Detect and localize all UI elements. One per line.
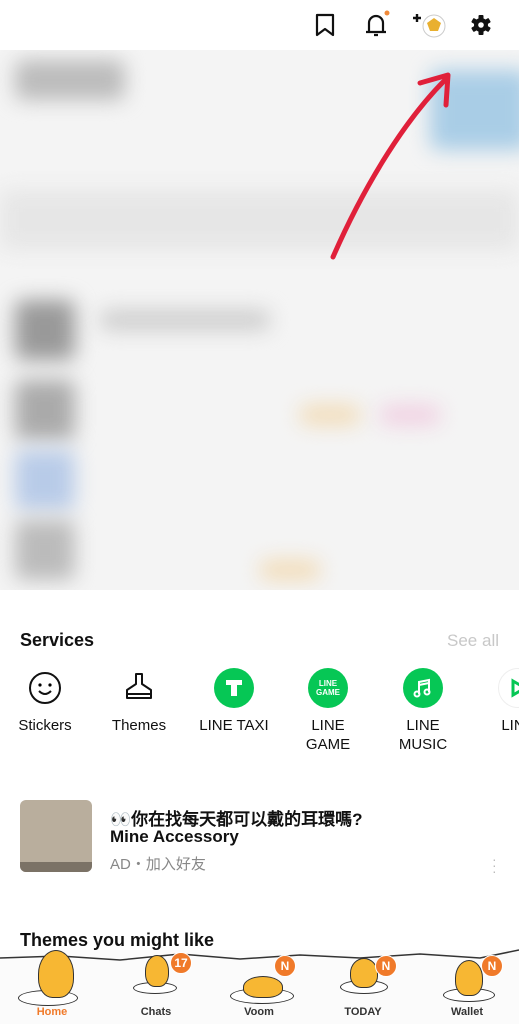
service-line-more[interactable]: LINE — [473, 668, 519, 735]
service-label: Themes — [111, 717, 167, 734]
music-icon — [403, 668, 443, 708]
service-label: LINE GAME — [305, 717, 351, 753]
service-line-music[interactable]: LINE MUSIC — [378, 668, 468, 754]
bookmark-icon[interactable] — [310, 10, 340, 40]
wallet-badge: N — [481, 955, 503, 977]
taxi-icon — [214, 668, 254, 708]
play-icon — [498, 668, 519, 708]
smiley-icon — [29, 672, 61, 704]
ad-meta: AD・加入好友 — [110, 856, 206, 873]
bell-icon[interactable] — [361, 10, 391, 40]
tab-label: Chats — [140, 1006, 172, 1018]
tab-label: TODAY — [344, 1006, 382, 1018]
top-bar — [0, 0, 519, 50]
chats-badge: 17 — [170, 952, 192, 974]
see-all-link[interactable]: See all — [447, 631, 499, 651]
service-line-taxi[interactable]: LINE TAXI — [189, 668, 279, 735]
ad-subtitle: Mine Accessory — [110, 827, 239, 846]
tab-label: Wallet — [451, 1006, 483, 1018]
brush-icon — [126, 673, 152, 699]
voom-mascot-icon — [243, 976, 283, 998]
add-profile-icon[interactable] — [410, 10, 448, 40]
today-mascot-icon — [350, 958, 378, 988]
service-label: LINE — [501, 717, 519, 734]
chats-mascot-icon — [145, 955, 169, 987]
services-title: Services — [20, 630, 95, 650]
home-mascot-icon — [38, 950, 74, 998]
service-label: LINE TAXI — [199, 717, 269, 734]
service-themes[interactable]: Themes — [94, 668, 184, 735]
more-options-icon[interactable]: · · · — [492, 852, 497, 878]
ad-thumbnail[interactable] — [20, 800, 92, 872]
service-label: Stickers — [18, 717, 72, 734]
red-arrow-annotation — [330, 72, 451, 260]
game-icon: LINE GAME — [308, 668, 348, 708]
today-badge: N — [375, 955, 397, 977]
notification-dot — [384, 10, 390, 16]
tab-label: Home — [36, 1006, 68, 1018]
tab-label: Voom — [244, 1006, 274, 1018]
gear-icon[interactable] — [466, 10, 496, 40]
wallet-mascot-icon — [455, 960, 483, 996]
voom-badge: N — [274, 955, 296, 977]
service-line-game[interactable]: LINE GAME LINE GAME — [283, 668, 373, 754]
service-label: LINE MUSIC — [398, 717, 448, 753]
service-stickers[interactable]: Stickers — [0, 668, 90, 735]
